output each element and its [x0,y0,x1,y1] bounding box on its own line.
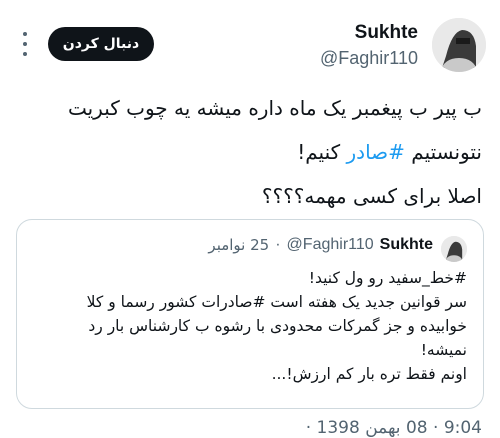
quoted-tweet-meta: 25 نوامبر · @Faghir110 Sukhte [208,236,433,254]
tweet-text-fragment: کنیم! [297,140,347,164]
avatar[interactable] [441,236,467,262]
avatar-image-icon [441,236,467,262]
quoted-line: اونم فقط تره بار کم ارزش!... [271,365,467,383]
tweet-line: ب پیر ب پیغمبر یک ماه داره میشه یه چوب ک… [67,96,482,120]
hashtag-link[interactable]: #صادر [347,140,405,164]
follow-button[interactable]: دنبال کردن [48,27,154,61]
quoted-line: نمیشه! [420,341,467,359]
quoted-tweet-date[interactable]: 25 نوامبر [208,236,269,254]
tweet-line: اصلا برای کسی مهمه؟؟؟؟ [261,184,482,208]
dot [23,52,27,56]
separator: · [275,236,281,253]
quoted-author-name: Sukhte [379,236,433,253]
tweet-line: نتونستیم #صادر کنیم! [22,130,482,174]
dot [23,42,27,46]
author-handle[interactable]: @Faghir110 [320,48,418,69]
tweet-body: ب پیر ب پیغمبر یک ماه داره میشه یه چوب ک… [22,86,482,218]
quoted-line: #خط_سفید رو ول کنید! [308,269,467,287]
quoted-tweet-body: #خط_سفید رو ول کنید! سر قوانین جدید یک ه… [31,266,467,386]
quoted-author-handle: @Faghir110 [286,236,374,253]
tweet-text-fragment: نتونستیم [404,140,482,164]
avatar[interactable] [432,18,486,72]
more-dots-icon[interactable] [18,32,32,56]
tweet-timestamp[interactable]: 9:04 · 08 بهمن 1398 · [306,418,482,438]
tweet-header: دنبال کردن Sukhte @Faghir110 [0,0,500,90]
dot [23,32,27,36]
quoted-line: سر قوانین جدید یک هفته است #صادرات کشور … [86,293,467,311]
quoted-tweet[interactable]: 25 نوامبر · @Faghir110 Sukhte #خط_سفید ر… [16,219,484,409]
author-name[interactable]: Sukhte [355,22,418,44]
avatar-image-icon [432,18,486,72]
quoted-line: خوابیده و جز گمرکات محدودی با رشوه ب کار… [88,317,467,335]
